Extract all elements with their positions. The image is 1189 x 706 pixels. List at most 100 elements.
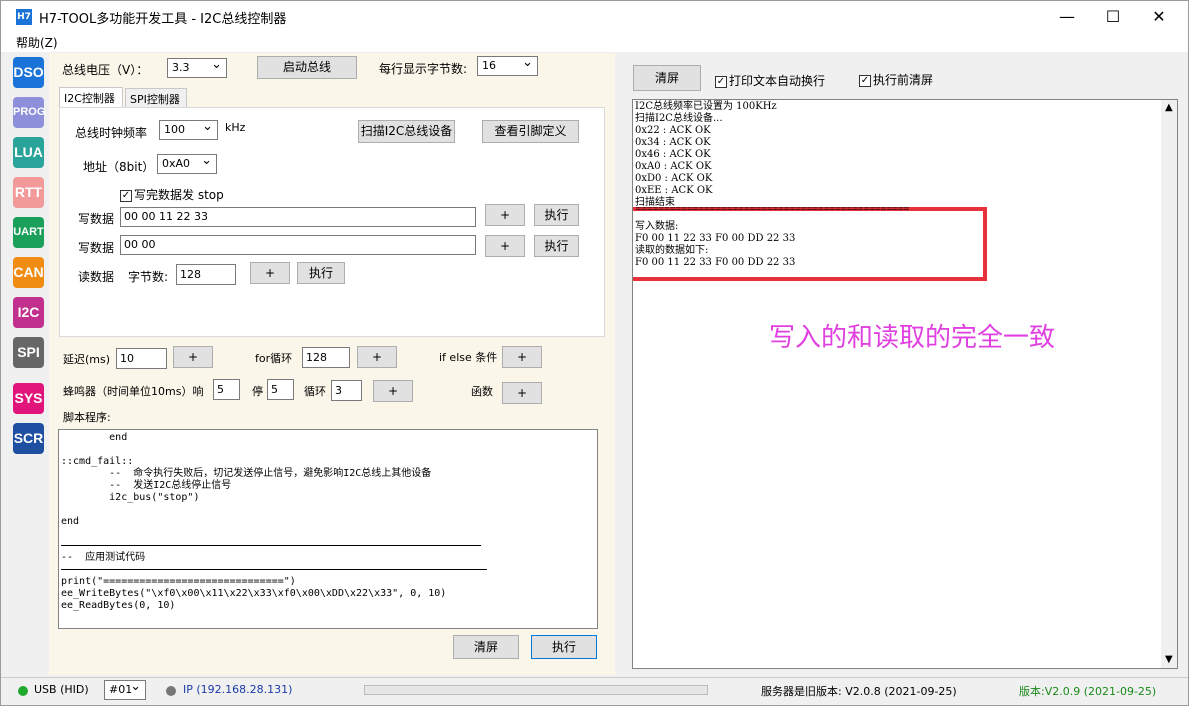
sidebar-dso-button[interactable]: DSO xyxy=(13,57,44,88)
sidebar-can-button[interactable]: CAN xyxy=(13,257,44,288)
script-line: end xyxy=(61,516,80,527)
write-data-input-2[interactable]: 00 00 xyxy=(120,235,476,255)
usb-status-icon xyxy=(18,686,28,696)
add-for-button[interactable]: + xyxy=(357,346,397,368)
add-write-2-button[interactable]: + xyxy=(485,235,525,257)
usb-label: USB (HID) xyxy=(34,683,89,696)
server-version-label: 服务器是旧版本: V2.0.8 (2021-09-25) xyxy=(761,685,957,698)
output-line: 0xA0 : ACK OK xyxy=(635,161,712,172)
buzzer-on-input[interactable]: 5 xyxy=(213,379,240,400)
output-line: 0xEE : ACK OK xyxy=(635,185,713,196)
output-console[interactable]: ▲ ▼ 写入的和读取的完全一致 I2C总线频率已设置为 100KHz 扫描I2C总… xyxy=(632,99,1178,669)
output-line: F0 00 11 22 33 F0 00 DD 22 33 xyxy=(635,233,796,244)
clear-before-checkbox[interactable]: ✓ 执行前清屏 xyxy=(859,71,933,88)
buzzer-off-input[interactable]: 5 xyxy=(267,379,294,400)
output-clear-button[interactable]: 清屏 xyxy=(633,65,701,91)
output-line: 读取的数据如下: xyxy=(635,245,709,256)
sidebar: DSO PROG LUA RTT UART CAN I2C SPI SYS SCR xyxy=(8,53,48,675)
annotation-text: 写入的和读取的完全一致 xyxy=(769,323,1056,353)
address-label: 地址（8bit） xyxy=(83,160,155,174)
tab-spi[interactable]: SPI控制器 xyxy=(125,88,187,108)
exec-write-2-button[interactable]: 执行 xyxy=(534,235,579,257)
write-data-input-1[interactable]: 00 00 11 22 33 xyxy=(120,207,476,227)
byte-count-label: 字节数: xyxy=(128,270,169,284)
device-select[interactable]: #01 xyxy=(104,678,146,700)
function-label: 函数 xyxy=(471,385,493,398)
tab-i2c[interactable]: I2C控制器 xyxy=(59,87,123,109)
pin-definition-button[interactable]: 查看引脚定义 xyxy=(482,120,579,143)
ip-label: IP (192.168.28.131) xyxy=(183,683,293,696)
menu-bar: 帮助(Z) xyxy=(1,32,1188,52)
script-line: ee_ReadBytes(0, 10) xyxy=(61,600,176,611)
sidebar-spi-button[interactable]: SPI xyxy=(13,337,44,368)
vertical-scrollbar[interactable]: ▲ ▼ xyxy=(1161,100,1177,668)
delay-input[interactable]: 10 xyxy=(116,348,167,369)
sidebar-uart-button[interactable]: UART xyxy=(13,217,44,248)
write-label-1: 写数据 xyxy=(78,212,115,226)
clock-select[interactable]: 100 xyxy=(159,118,218,140)
menu-help[interactable]: 帮助(Z) xyxy=(16,34,58,51)
sidebar-lua-button[interactable]: LUA xyxy=(13,137,44,168)
buzzer-stop-label: 停 xyxy=(252,385,263,398)
address-select[interactable]: 0xA0 xyxy=(157,152,217,174)
title-bar: H7 H7-TOOL多功能开发工具 - I2C总线控制器 — ☐ ✕ xyxy=(1,1,1188,32)
add-buzzer-button[interactable]: + xyxy=(373,380,413,402)
add-ifelse-button[interactable]: + xyxy=(502,346,542,368)
script-exec-button[interactable]: 执行 xyxy=(531,635,597,659)
sidebar-sys-button[interactable]: SYS xyxy=(13,383,44,414)
script-line: end xyxy=(61,432,128,443)
bytes-per-line-select[interactable]: 16 xyxy=(477,54,538,76)
ifelse-label: if else 条件 xyxy=(439,351,498,364)
i2c-panel: 总线时钟频率 100 kHz 扫描I2C总线设备 查看引脚定义 地址（8bit）… xyxy=(59,107,605,337)
checkmark-icon: ✓ xyxy=(715,75,727,88)
maximize-button[interactable]: ☐ xyxy=(1090,1,1136,32)
add-read-button[interactable]: + xyxy=(250,262,290,284)
buzzer-loop-input[interactable]: 3 xyxy=(331,380,362,401)
sidebar-rtt-button[interactable]: RTT xyxy=(13,177,44,208)
minimize-button[interactable]: — xyxy=(1044,1,1090,32)
delay-label: 延迟(ms) xyxy=(63,353,111,366)
byte-count-input[interactable]: 128 xyxy=(176,264,236,285)
voltage-select[interactable]: 3.3 xyxy=(167,56,227,78)
add-function-button[interactable]: + xyxy=(502,382,542,404)
script-label: 脚本程序: xyxy=(63,411,111,424)
stop-checkbox[interactable]: ✓ 写完数据发 stop xyxy=(120,186,224,203)
scroll-up-icon[interactable]: ▲ xyxy=(1165,102,1173,114)
bytes-per-line-label: 每行显示字节数: xyxy=(379,62,468,76)
close-button[interactable]: ✕ xyxy=(1136,1,1182,32)
checkmark-icon: ✓ xyxy=(859,74,871,87)
app-window: H7 H7-TOOL多功能开发工具 - I2C总线控制器 — ☐ ✕ 帮助(Z)… xyxy=(0,0,1189,706)
ip-status-icon xyxy=(166,686,176,696)
add-delay-button[interactable]: + xyxy=(173,346,213,368)
output-line: 0xD0 : ACK OK xyxy=(635,173,713,184)
output-line: 扫描I2C总线设备... xyxy=(635,113,723,124)
script-clear-button[interactable]: 清屏 xyxy=(453,635,519,659)
exec-read-button[interactable]: 执行 xyxy=(297,262,345,284)
output-line: 写入数据: xyxy=(635,221,679,232)
stop-checkbox-label: 写完数据发 stop xyxy=(134,188,224,202)
script-line: -- 应用测试代码 xyxy=(61,552,146,563)
sidebar-i2c-button[interactable]: I2C xyxy=(13,297,44,328)
script-editor[interactable]: end::cmd_fail:: -- 命令执行失败后，切记发送停止信号，避免影响… xyxy=(58,429,598,629)
scan-i2c-button[interactable]: 扫描I2C总线设备 xyxy=(358,120,455,143)
exec-write-1-button[interactable]: 执行 xyxy=(534,204,579,226)
start-bus-button[interactable]: 启动总线 xyxy=(257,56,357,79)
window-title: H7-TOOL多功能开发工具 - I2C总线控制器 xyxy=(39,12,287,27)
sidebar-scr-button[interactable]: SCR xyxy=(13,423,44,454)
status-bar: USB (HID) #01 IP (192.168.28.131) 服务器是旧版… xyxy=(1,677,1188,705)
for-loop-input[interactable]: 128 xyxy=(302,347,350,368)
output-line: 0x22 : ACK OK xyxy=(635,125,711,136)
add-write-1-button[interactable]: + xyxy=(485,204,525,226)
version-label: 版本:V2.0.9 (2021-09-25) xyxy=(1019,685,1157,698)
output-line: I2C总线频率已设置为 100KHz xyxy=(635,101,777,112)
progress-bar xyxy=(364,685,708,695)
for-loop-label: for循环 xyxy=(255,352,293,365)
checkmark-icon: ✓ xyxy=(120,189,132,202)
script-line: -- 命令执行失败后，切记发送停止信号，避免影响I2C总线上其他设备 xyxy=(61,468,432,479)
script-line: -- 发送I2C总线停止信号 xyxy=(61,480,232,491)
right-panel: 清屏 ✓ 打印文本自动换行 ✓ 执行前清屏 ▲ ▼ 写入的和读取的完全一致 I2C总… xyxy=(618,53,1182,675)
scroll-down-icon[interactable]: ▼ xyxy=(1165,654,1173,666)
wrap-checkbox[interactable]: ✓ 打印文本自动换行 xyxy=(715,72,825,89)
clear-before-checkbox-label: 执行前清屏 xyxy=(873,73,934,87)
sidebar-prog-button[interactable]: PROG xyxy=(13,97,45,128)
